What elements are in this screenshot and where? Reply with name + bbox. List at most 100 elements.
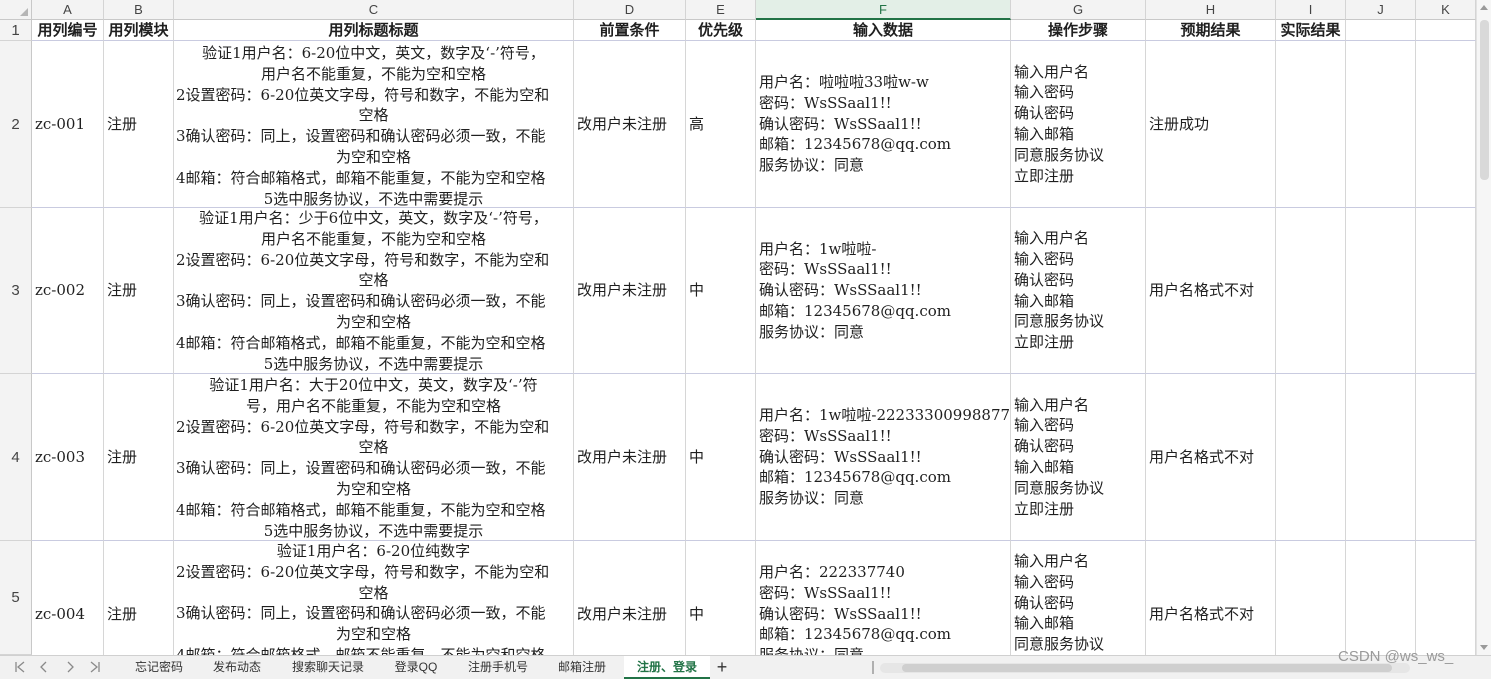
header-cell-priority[interactable]: 优先级 — [686, 20, 756, 41]
cell-empty-j[interactable] — [1346, 541, 1416, 655]
next-sheet-icon[interactable] — [60, 658, 80, 678]
horizontal-scroll-thumb[interactable] — [902, 664, 1392, 672]
cell-input-data[interactable]: 用户名：1w啦啦- 密码：WsSSaal1!! 确认密码：WsSSaal1!! … — [756, 208, 1011, 374]
column-header-b[interactable]: B — [104, 0, 174, 20]
vertical-scroll-thumb[interactable] — [1480, 20, 1489, 180]
vertical-scrollbar[interactable] — [1476, 0, 1491, 655]
cell-expected[interactable]: 用户名格式不对 — [1146, 208, 1276, 374]
cell-empty-j[interactable] — [1346, 41, 1416, 208]
cell-case-id[interactable]: zc-001 — [32, 41, 104, 208]
cell-precondition[interactable]: 改用户未注册 — [574, 41, 686, 208]
title-line: 用户名不能重复，不能为空和空格 — [260, 64, 486, 83]
cell-input-data[interactable]: 用户名：1w啦啦-2223330099887740 密码：WsSSaal1!! … — [756, 374, 1011, 541]
header-cell-precondition[interactable]: 前置条件 — [574, 20, 686, 41]
last-sheet-icon[interactable] — [85, 658, 105, 678]
header-cell-title[interactable]: 用列标题标题 — [174, 20, 574, 41]
column-header-a[interactable]: A — [32, 0, 104, 20]
cell-priority[interactable]: 中 — [686, 374, 756, 541]
cell-priority[interactable]: 中 — [686, 208, 756, 374]
column-header-j[interactable]: J — [1346, 0, 1416, 20]
header-cell-actual[interactable]: 实际结果 — [1276, 20, 1346, 41]
cell-title[interactable]: 验证1用户名：6-20位中文，英文，数字及‘-’符号， 用户名不能重复，不能为空… — [174, 41, 574, 208]
header-cell-expected[interactable]: 预期结果 — [1146, 20, 1276, 41]
select-all-corner[interactable] — [0, 0, 32, 20]
cell-empty-k[interactable] — [1416, 374, 1476, 541]
input-line: 邮箱：12345678@qq.com — [759, 625, 951, 644]
step-line: 输入用户名 — [1014, 552, 1090, 570]
cell-precondition[interactable]: 改用户未注册 — [574, 374, 686, 541]
cell-empty-k[interactable] — [1416, 208, 1476, 374]
input-line: 服务协议：同意 — [759, 156, 865, 175]
cell-priority[interactable]: 高 — [686, 41, 756, 208]
cell-case-id[interactable]: zc-003 — [32, 374, 104, 541]
sheet-tab[interactable]: 邮箱注册 — [546, 656, 618, 679]
prev-sheet-icon[interactable] — [34, 658, 54, 678]
cell-steps[interactable]: 输入用户名 输入密码 确认密码 输入邮箱 同意服务协议 立即注册 — [1011, 208, 1146, 374]
column-header-h[interactable]: H — [1146, 0, 1276, 20]
add-sheet-button[interactable]: + — [710, 656, 734, 679]
row-header-3[interactable]: 3 — [0, 208, 32, 374]
header-cell-input-data[interactable]: 输入数据 — [756, 20, 1011, 41]
column-header-c[interactable]: C — [174, 0, 574, 20]
header-cell-module[interactable]: 用列模块 — [104, 20, 174, 41]
header-cell-j[interactable] — [1346, 20, 1416, 41]
cell-actual[interactable] — [1276, 208, 1346, 374]
cell-precondition[interactable]: 改用户未注册 — [574, 208, 686, 374]
cell-steps[interactable]: 输入用户名 输入密码 确认密码 输入邮箱 同意服务协议 — [1011, 541, 1146, 655]
title-line: 空格 — [358, 271, 389, 290]
cell-title[interactable]: 验证1用户名：6-20位纯数字 2设置密码：6-20位英文字母，符号和数字，不能… — [174, 541, 574, 655]
column-header-g[interactable]: G — [1011, 0, 1146, 20]
cell-steps[interactable]: 输入用户名 输入密码 确认密码 输入邮箱 同意服务协议 立即注册 — [1011, 374, 1146, 541]
row-header-2[interactable]: 2 — [0, 41, 32, 208]
scroll-down-icon[interactable] — [1480, 645, 1488, 650]
cell-expected[interactable]: 用户名格式不对 — [1146, 374, 1276, 541]
title-line: 4邮箱：符合邮箱格式，邮箱不能重复，不能为空和空格 — [176, 645, 546, 655]
step-line: 输入邮箱 — [1014, 291, 1075, 310]
column-header-e[interactable]: E — [686, 0, 756, 20]
sheet-tab-active[interactable]: 注册、登录 — [624, 656, 710, 679]
column-header-k[interactable]: K — [1416, 0, 1476, 20]
cell-module[interactable]: 注册 — [104, 374, 174, 541]
cell-case-id[interactable]: zc-002 — [32, 208, 104, 374]
header-cell-steps[interactable]: 操作步骤 — [1011, 20, 1146, 41]
sheet-tab[interactable]: 忘记密码 — [124, 656, 194, 679]
sheet-tab[interactable]: 搜索聊天记录 — [280, 656, 376, 679]
cell-actual[interactable] — [1276, 541, 1346, 655]
row-header-5[interactable]: 5 — [0, 541, 32, 655]
header-cell-k[interactable] — [1416, 20, 1476, 41]
scroll-up-icon[interactable] — [1480, 5, 1488, 10]
tab-splitter-handle[interactable] — [872, 661, 874, 674]
title-line: 空格 — [358, 106, 389, 125]
cell-expected[interactable]: 注册成功 — [1146, 41, 1276, 208]
cell-module[interactable]: 注册 — [104, 208, 174, 374]
cell-title[interactable]: 验证1用户名：大于20位中文，英文，数字及‘-’符 号，用户名不能重复，不能为空… — [174, 374, 574, 541]
cell-empty-j[interactable] — [1346, 374, 1416, 541]
step-line: 输入密码 — [1014, 572, 1075, 591]
cell-actual[interactable] — [1276, 374, 1346, 541]
header-cell-case-id[interactable]: 用列编号 — [32, 20, 104, 41]
cell-steps[interactable]: 输入用户名 输入密码 确认密码 输入邮箱 同意服务协议 立即注册 — [1011, 41, 1146, 208]
first-sheet-icon[interactable] — [10, 658, 30, 678]
cell-input-data[interactable]: 用户名：啦啦啦33啦w-w 密码：WsSSaal1!! 确认密码：WsSSaal… — [756, 41, 1011, 208]
title-line: 空格 — [358, 583, 389, 602]
step-line: 输入用户名 — [1014, 62, 1090, 81]
cell-input-data[interactable]: 用户名：222337740 密码：WsSSaal1!! 确认密码：WsSSaal… — [756, 541, 1011, 655]
cell-module[interactable]: 注册 — [104, 41, 174, 208]
cell-empty-j[interactable] — [1346, 208, 1416, 374]
row-header-1[interactable]: 1 — [0, 20, 32, 41]
title-line: 2设置密码：6-20位英文字母，符号和数字，不能为空和 — [176, 85, 550, 104]
column-header-d[interactable]: D — [574, 0, 686, 20]
sheet-tab[interactable]: 发布动态 — [202, 656, 272, 679]
cell-actual[interactable] — [1276, 41, 1346, 208]
cell-empty-k[interactable] — [1416, 541, 1476, 655]
step-line: 确认密码 — [1014, 437, 1075, 456]
cell-title[interactable]: 验证1用户名：少于6位中文，英文，数字及‘-’符号， 用户名不能重复，不能为空和… — [174, 208, 574, 374]
sheet-tab[interactable]: 注册手机号 — [456, 656, 540, 679]
row-header-4[interactable]: 4 — [0, 374, 32, 541]
column-header-i[interactable]: I — [1276, 0, 1346, 20]
cell-empty-k[interactable] — [1416, 41, 1476, 208]
input-line: 服务协议：同意 — [759, 489, 865, 508]
horizontal-scrollbar[interactable] — [880, 663, 1410, 673]
sheet-tab[interactable]: 登录QQ — [384, 656, 448, 679]
column-header-f[interactable]: F — [756, 0, 1011, 20]
